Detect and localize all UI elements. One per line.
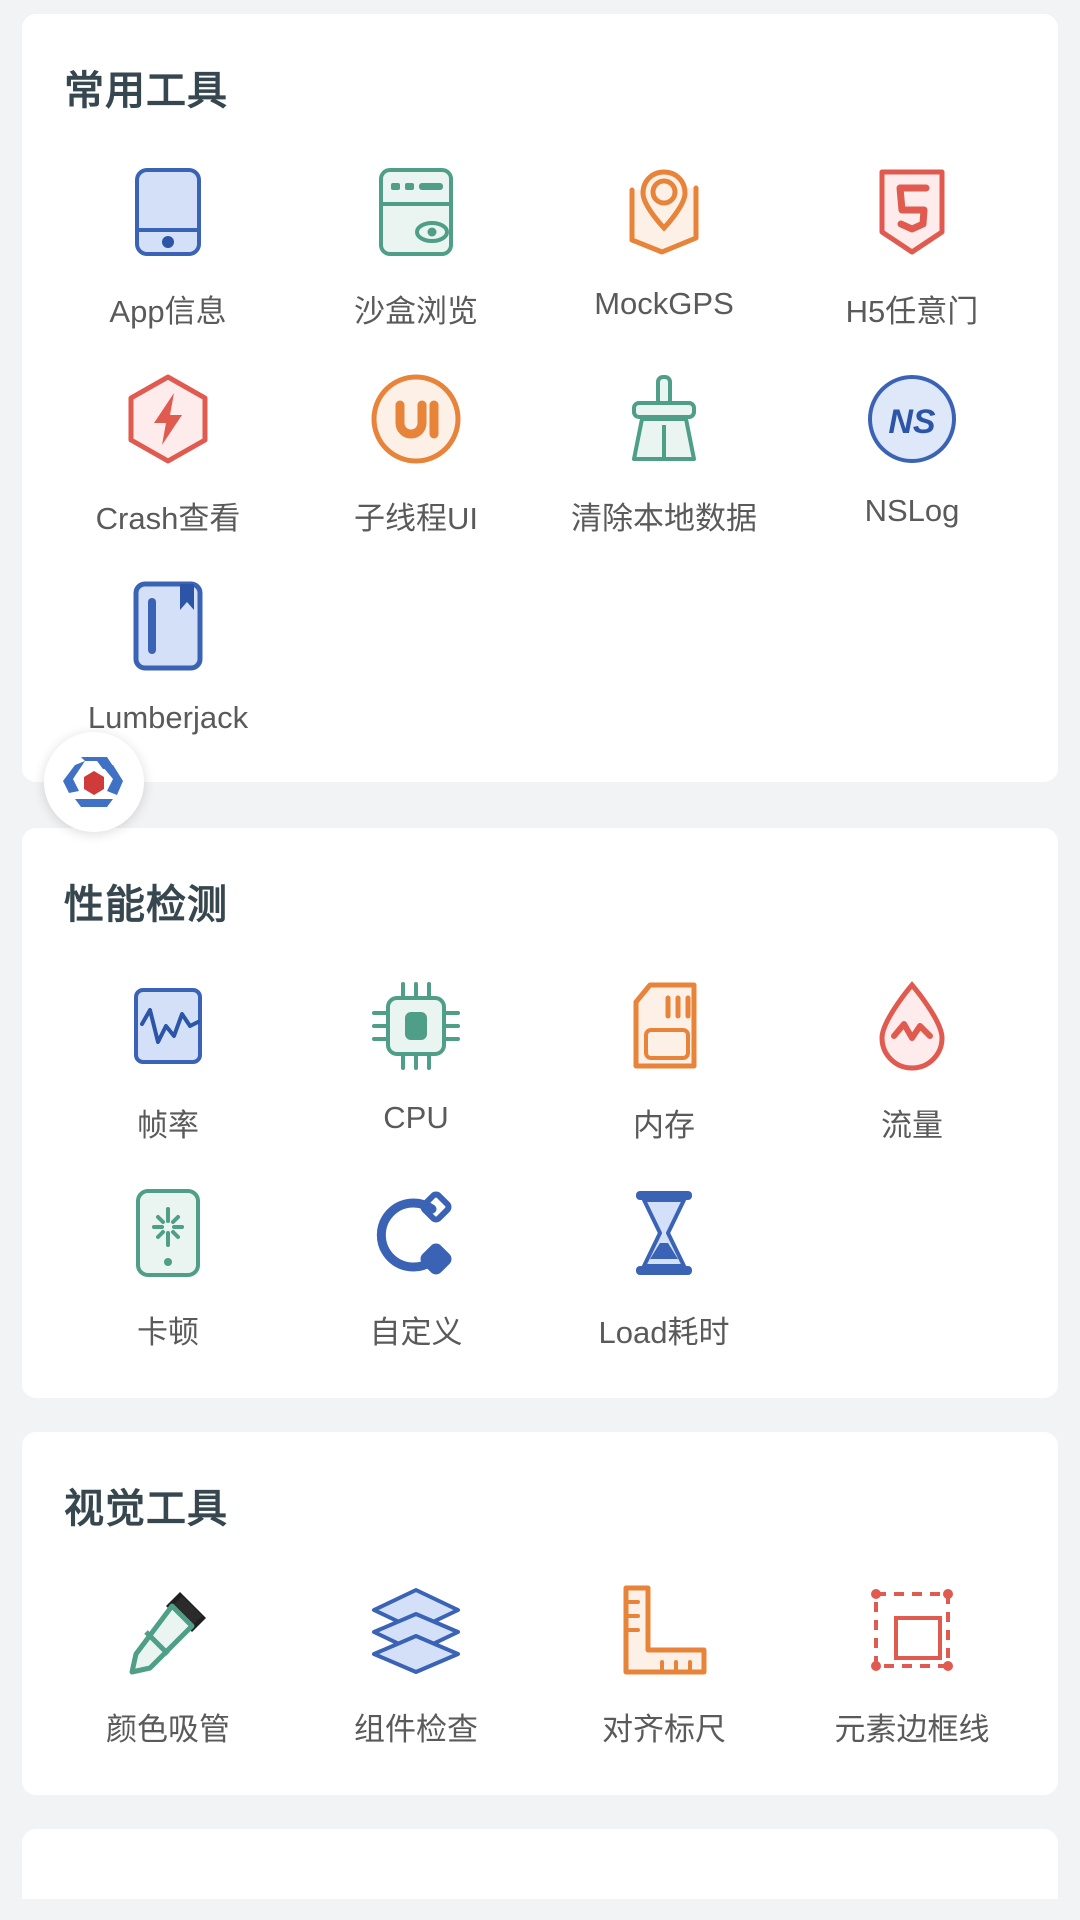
tool-label: NSLog [864,493,960,528]
element-border-icon [864,1582,960,1678]
tool-item-load-time[interactable]: Load耗时 [540,1163,788,1370]
tool-item-memory[interactable]: 内存 [540,956,788,1163]
tool-label: H5任意门 [845,294,979,329]
tool-grid-common: App信息 沙盒浏览 MockGPS H5任意门 Crash查看 子线程UI 清… [22,122,1058,754]
tool-item-custom[interactable]: 自定义 [292,1163,540,1370]
ui-circle-icon [368,371,464,467]
tool-label: 对齐标尺 [602,1712,726,1747]
tool-item-component-inspect[interactable]: 组件检查 [292,1560,540,1767]
app-root: 常用工具 App信息 沙盒浏览 MockGPS H5任意门 Crash查看 子线… [0,14,1080,1920]
section-title-common-tools: 常用工具 [64,69,228,113]
tool-label: Lumberjack [87,700,249,735]
section-card-visual-tools: 视觉工具 颜色吸管 组件检查 对齐标尺 元素边框线 [22,1432,1058,1795]
tool-label: 元素边框线 [834,1712,990,1747]
tool-label: 流量 [881,1108,943,1143]
traffic-drop-icon [864,978,960,1074]
tool-item-crash-view[interactable]: Crash查看 [44,349,292,556]
tool-item-align-ruler[interactable]: 对齐标尺 [540,1560,788,1767]
tool-item-app-info[interactable]: App信息 [44,142,292,349]
tool-item-h5-door[interactable]: H5任意门 [788,142,1036,349]
fps-chart-icon [120,978,216,1074]
tool-item-lumberjack[interactable]: Lumberjack [44,556,292,754]
tool-label: MockGPS [594,286,734,321]
tool-label: 沙盒浏览 [354,294,478,329]
next-section-card-partial [22,1829,1058,1899]
tool-item-clear-local-data[interactable]: 清除本地数据 [540,349,788,556]
map-pin-icon [616,164,712,260]
layers-icon [368,1582,464,1678]
tool-item-element-border[interactable]: 元素边框线 [788,1560,1036,1767]
tool-item-fps[interactable]: 帧率 [44,956,292,1163]
memory-card-icon [616,978,712,1074]
section-title-performance: 性能检测 [64,883,228,927]
tool-label: CPU [383,1100,449,1135]
nslog-circle-icon: NS [864,371,960,467]
tool-label: 子线程UI [354,501,478,536]
cpu-chip-icon [368,978,464,1074]
floating-logo-button[interactable] [44,732,144,832]
broom-icon [616,371,712,467]
tool-label: 清除本地数据 [571,501,757,536]
custom-magnet-icon [368,1185,464,1281]
book-bookmark-icon [120,578,216,674]
crash-bolt-icon [120,371,216,467]
tool-grid-visual: 颜色吸管 组件检查 对齐标尺 元素边框线 [22,1540,1058,1767]
section-title-visual-tools: 视觉工具 [64,1487,228,1531]
tool-label: 颜色吸管 [106,1712,230,1747]
tool-item-traffic[interactable]: 流量 [788,956,1036,1163]
tool-label: 内存 [633,1108,695,1143]
tool-item-sandbox-browse[interactable]: 沙盒浏览 [292,142,540,349]
section-card-common-tools: 常用工具 App信息 沙盒浏览 MockGPS H5任意门 Crash查看 子线… [22,14,1058,832]
tool-item-subthread-ui[interactable]: 子线程UI [292,349,540,556]
tool-label: Load耗时 [598,1315,730,1350]
tool-label: Crash查看 [95,501,241,536]
lag-phone-icon [120,1185,216,1281]
hourglass-icon [616,1185,712,1281]
ruler-icon [616,1582,712,1678]
tool-item-color-picker[interactable]: 颜色吸管 [44,1560,292,1767]
color-picker-icon [120,1582,216,1678]
tool-item-cpu[interactable]: CPU [292,956,540,1163]
tool-item-nslog[interactable]: NS NSLog [788,349,1036,556]
tool-grid-performance: 帧率 CPU 内存 流量 卡顿 自定义 Load耗时 [22,936,1058,1370]
tool-label: 帧率 [137,1108,199,1143]
section-card-performance: 性能检测 帧率 CPU 内存 流量 卡顿 自定义 Load耗时 [22,828,1058,1398]
tool-item-mockgps[interactable]: MockGPS [540,142,788,349]
phone-icon [120,164,216,260]
tool-label: 卡顿 [137,1315,199,1350]
html5-shield-icon [864,164,960,260]
sandbox-browse-icon [368,164,464,260]
tool-item-lag[interactable]: 卡顿 [44,1163,292,1370]
tool-label: 组件检查 [354,1712,478,1747]
tool-label: App信息 [109,294,227,329]
tool-label: 自定义 [369,1315,463,1350]
svg-text:NS: NS [888,403,936,441]
